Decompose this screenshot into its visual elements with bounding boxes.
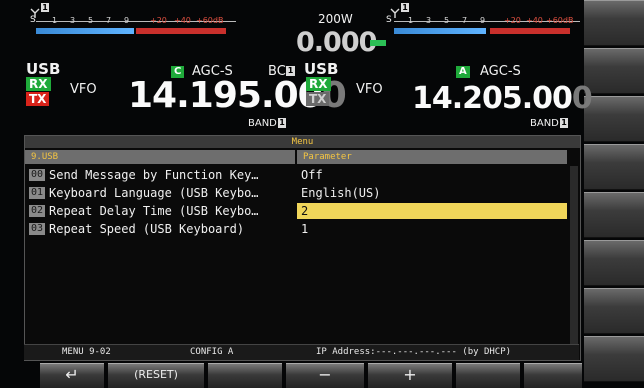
side-key-6[interactable] bbox=[584, 240, 644, 286]
power-value: 200W bbox=[318, 12, 353, 26]
right-mode: USB bbox=[304, 60, 339, 78]
minus-key[interactable]: − bbox=[286, 363, 364, 388]
side-key-4[interactable] bbox=[584, 144, 644, 190]
function-key-7[interactable] bbox=[524, 363, 582, 388]
menu-row-number: 01 bbox=[29, 187, 45, 199]
right-s-meter-label: S bbox=[386, 15, 392, 25]
menu-row-selected[interactable]: 02 Repeat Delay Time (USB Keybo… 2 bbox=[25, 203, 580, 219]
side-key-8[interactable] bbox=[584, 336, 644, 382]
side-key-1[interactable] bbox=[584, 0, 644, 46]
left-band-label: BAND bbox=[248, 118, 277, 129]
left-band-number: 1 bbox=[278, 118, 286, 128]
s-meter-ticks: 1 3 5 7 9 +20 +40 +60dB bbox=[52, 16, 224, 25]
status-ip-address: IP Address:---.---.---.--- (by DHCP) bbox=[316, 347, 512, 357]
antenna-number-badge: 1 bbox=[41, 3, 49, 12]
menu-row-number: 00 bbox=[29, 169, 45, 181]
menu-row[interactable]: 00 Send Message by Function Key… Off bbox=[25, 167, 580, 183]
function-key-6[interactable] bbox=[456, 363, 520, 388]
menu-title: Menu bbox=[25, 136, 580, 148]
s-meter-over-bar bbox=[136, 28, 226, 34]
left-mode: USB bbox=[26, 60, 61, 78]
right-vfo-label: VFO bbox=[356, 82, 383, 97]
antenna-icon bbox=[30, 3, 40, 18]
power-reading: 0.000 bbox=[296, 27, 377, 58]
menu-row-item: Repeat Delay Time (USB Keybo… bbox=[49, 204, 259, 218]
left-vfo-label: VFO bbox=[70, 82, 97, 97]
right-s-meter-bar bbox=[394, 28, 486, 34]
side-key-7[interactable] bbox=[584, 288, 644, 334]
right-frequency-dim-digit: 0 bbox=[571, 81, 593, 116]
left-tx-badge: TX bbox=[26, 92, 50, 106]
menu-row-item: Keyboard Language (USB Keybo… bbox=[49, 186, 259, 200]
side-key-3[interactable] bbox=[584, 96, 644, 142]
menu-row-parameter: 2 bbox=[297, 203, 567, 219]
menu-row-item: Send Message by Function Key… bbox=[49, 168, 259, 182]
right-s-meter-over-bar bbox=[490, 28, 570, 34]
right-s-meter-ticks: 1 3 5 7 9 +20 +40 +60dB bbox=[408, 16, 574, 25]
right-agc: AGC-S bbox=[480, 64, 521, 79]
menu-row-number: 02 bbox=[29, 205, 45, 217]
status-config: CONFIG A bbox=[190, 347, 234, 357]
right-agc-letter: A bbox=[456, 66, 470, 78]
menu-row-parameter: Off bbox=[301, 168, 323, 182]
right-tx-badge: TX bbox=[306, 92, 330, 106]
split-link-indicator bbox=[370, 40, 386, 46]
reset-key-label: (RESET) bbox=[134, 368, 178, 381]
menu-row-item: Repeat Speed (USB Keyboard) bbox=[49, 222, 245, 236]
status-bar: MENU 9-02 CONFIG A IP Address:---.---.--… bbox=[24, 344, 579, 360]
side-key-2[interactable] bbox=[584, 48, 644, 94]
menu-row[interactable]: 03 Repeat Speed (USB Keyboard) 1 bbox=[25, 221, 580, 237]
side-key-5[interactable] bbox=[584, 192, 644, 238]
plus-icon: + bbox=[403, 365, 417, 384]
plus-key[interactable]: + bbox=[368, 363, 452, 388]
right-antenna-number-badge: 1 bbox=[401, 3, 409, 12]
right-antenna-icon bbox=[390, 3, 400, 18]
right-frequency-digits: 14.205.00 bbox=[412, 81, 573, 116]
function-key-3[interactable] bbox=[208, 363, 282, 388]
return-arrow-icon: ↵ bbox=[65, 365, 79, 384]
menu-row-parameter: English(US) bbox=[301, 186, 381, 200]
menu-row-number: 03 bbox=[29, 223, 45, 235]
back-key[interactable]: ↵ bbox=[40, 363, 104, 388]
minus-icon: − bbox=[318, 365, 332, 384]
menu-scrollbar[interactable] bbox=[570, 166, 578, 356]
menu-header-parameter: Parameter bbox=[297, 150, 567, 164]
menu-row[interactable]: 01 Keyboard Language (USB Keybo… English… bbox=[25, 185, 580, 201]
reset-key[interactable]: (RESET) bbox=[108, 363, 204, 388]
menu-row-parameter: 1 bbox=[301, 222, 309, 236]
s-meter-label: S bbox=[30, 15, 36, 25]
right-rx-badge: RX bbox=[306, 77, 331, 91]
right-band-number: 1 bbox=[560, 118, 568, 128]
menu-panel: Menu 9.USB Parameter 00 Send Message by … bbox=[24, 135, 581, 361]
right-frequency: 14.205.000 bbox=[412, 81, 593, 116]
s-meter-bar bbox=[36, 28, 134, 34]
status-menu-id: MENU 9-02 bbox=[62, 347, 111, 357]
left-frequency-digits: 14.195.00 bbox=[128, 75, 323, 116]
menu-header-group: 9.USB bbox=[25, 150, 295, 164]
right-band-label: BAND bbox=[530, 118, 559, 129]
left-rx-badge: RX bbox=[26, 77, 51, 91]
